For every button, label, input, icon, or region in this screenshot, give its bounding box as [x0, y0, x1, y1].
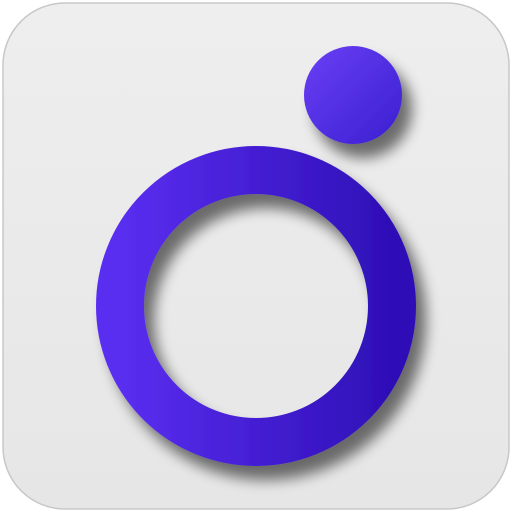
dot-shape — [304, 46, 402, 144]
app-icon-canvas — [0, 0, 512, 512]
app-icon — [2, 2, 510, 510]
